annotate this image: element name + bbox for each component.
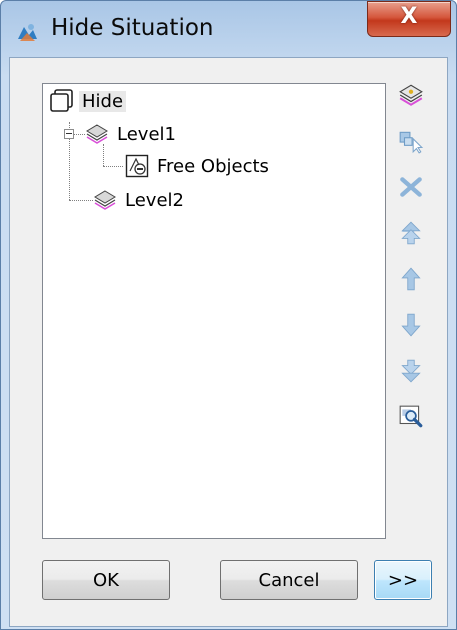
ok-button[interactable]: OK bbox=[42, 560, 170, 600]
select-cursor-icon bbox=[399, 131, 424, 154]
frame-icon bbox=[50, 89, 73, 112]
free-objects-icon bbox=[125, 154, 149, 178]
app-icon bbox=[18, 24, 37, 41]
tree-item-free-objects[interactable]: Free Objects bbox=[125, 154, 269, 178]
layer-icon bbox=[94, 190, 116, 210]
add-level-button[interactable] bbox=[394, 78, 428, 112]
down-arrow-icon bbox=[401, 313, 421, 337]
window-title: Hide Situation bbox=[51, 15, 214, 41]
magnifier-icon bbox=[399, 405, 423, 428]
tree-item-label: Free Objects bbox=[157, 155, 269, 177]
double-down-arrow-icon bbox=[401, 359, 421, 383]
tree-item-hide[interactable]: Hide bbox=[49, 88, 127, 114]
hide-tree-view[interactable]: Hide Level1 Free Objects Level2 bbox=[42, 83, 386, 539]
ok-button-label: OK bbox=[93, 569, 119, 591]
tree-line bbox=[103, 166, 123, 167]
close-button[interactable]: X bbox=[367, 1, 451, 37]
tree-item-label: Hide bbox=[79, 90, 127, 112]
tree-item-label: Level1 bbox=[117, 123, 176, 145]
dialog-body: Hide Level1 Free Objects Level2 OK Cance… bbox=[9, 57, 448, 627]
move-bottom-button[interactable] bbox=[394, 354, 428, 388]
expand-button[interactable]: >> bbox=[374, 560, 432, 600]
tree-line bbox=[69, 200, 93, 201]
cancel-button[interactable]: Cancel bbox=[220, 560, 358, 600]
zoom-button[interactable] bbox=[394, 400, 428, 434]
collapse-toggle[interactable] bbox=[64, 129, 74, 139]
move-top-button[interactable] bbox=[394, 216, 428, 250]
tree-item-level2[interactable]: Level2 bbox=[93, 188, 184, 212]
tree-line bbox=[103, 144, 104, 166]
close-icon: X bbox=[400, 4, 418, 29]
tree-item-level1[interactable]: Level1 bbox=[85, 122, 176, 146]
add-layer-icon bbox=[399, 84, 423, 106]
move-up-button[interactable] bbox=[394, 262, 428, 296]
layer-icon bbox=[86, 124, 108, 144]
tree-item-label: Level2 bbox=[125, 189, 184, 211]
select-objects-button[interactable] bbox=[394, 124, 428, 158]
delete-button[interactable] bbox=[394, 170, 428, 204]
delete-x-icon bbox=[400, 177, 422, 197]
double-up-arrow-icon bbox=[401, 221, 421, 245]
hide-situation-dialog: Hide Situation X Hide Level1 Free Object… bbox=[0, 0, 457, 630]
up-arrow-icon bbox=[401, 267, 421, 291]
move-down-button[interactable] bbox=[394, 308, 428, 342]
cancel-button-label: Cancel bbox=[258, 569, 320, 591]
title-bar[interactable]: Hide Situation X bbox=[1, 1, 456, 57]
expand-button-label: >> bbox=[387, 569, 419, 591]
